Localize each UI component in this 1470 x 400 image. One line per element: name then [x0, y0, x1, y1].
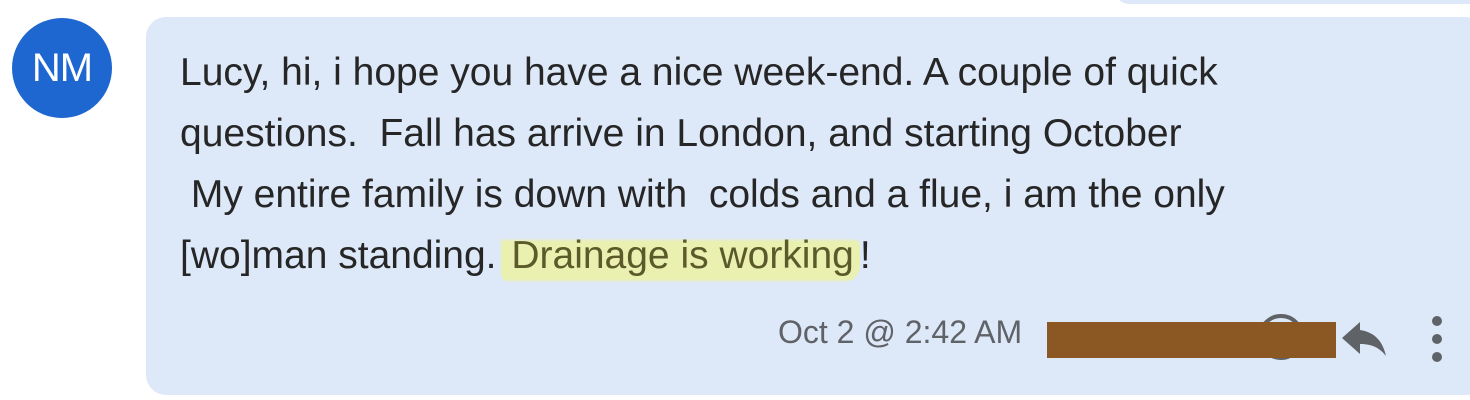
conversation-view: NM Lucy, hi, i hope you have a nice week… [0, 0, 1470, 400]
avatar[interactable]: NM [12, 18, 112, 118]
more-dot [1432, 316, 1442, 326]
message-text: Lucy, hi, i hope you have a nice week-en… [180, 42, 1450, 286]
message-timestamp: Oct 2 @ 2:42 AM [778, 314, 1023, 350]
more-vert-icon[interactable] [1424, 316, 1450, 362]
redaction-block [1047, 322, 1336, 358]
more-dot [1432, 334, 1442, 344]
message-text-end: ! [859, 234, 871, 277]
avatar-initials: NM [31, 45, 93, 90]
more-dot [1432, 352, 1442, 362]
highlighted-text: Drainage is working [501, 234, 860, 283]
reply-icon[interactable] [1340, 318, 1388, 358]
previous-message-bubble [1115, 0, 1470, 4]
